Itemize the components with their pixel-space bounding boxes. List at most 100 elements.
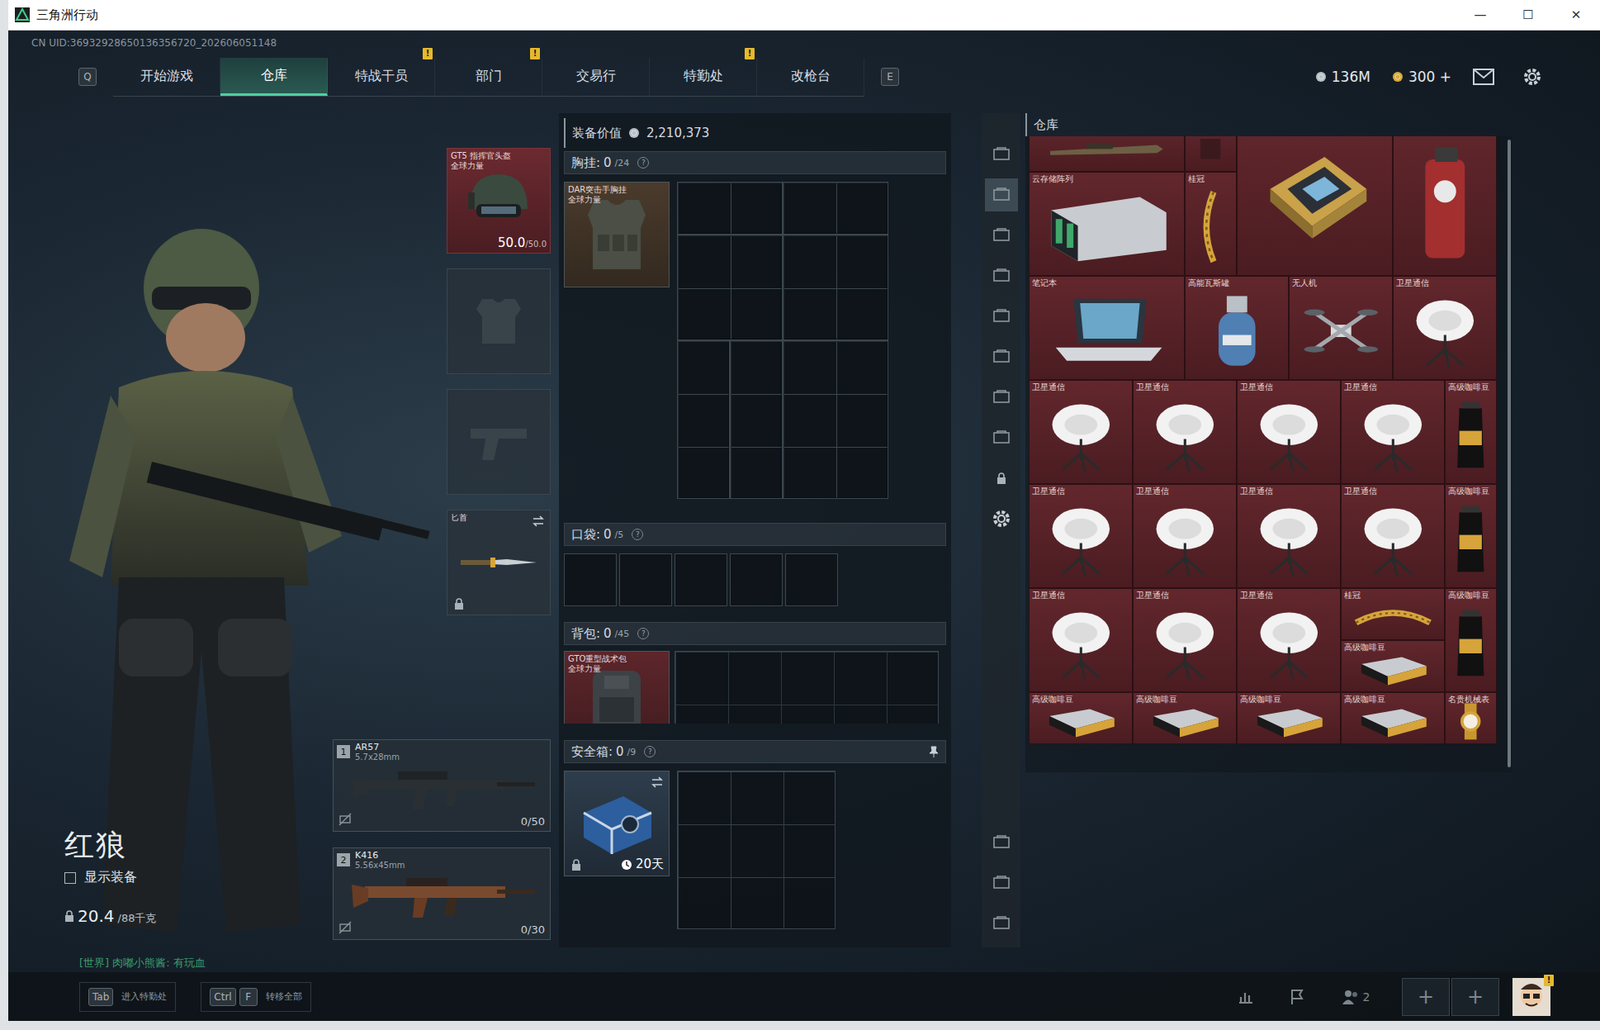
safebox[interactable]: 20天 (563, 770, 670, 876)
key-hint[interactable]: Tab进入特勤处 (79, 981, 176, 1012)
warehouse-item[interactable]: 桂冠 (1184, 171, 1237, 276)
armor-slot[interactable] (446, 268, 551, 374)
help-button[interactable]: ? (637, 627, 649, 640)
help-button[interactable]: ? (631, 528, 644, 540)
storage-tab[interactable] (984, 178, 1018, 212)
warehouse-item[interactable]: 名贵机械表 (1444, 691, 1497, 744)
pocket-cell[interactable] (674, 553, 728, 606)
q-key[interactable]: Q (78, 67, 97, 86)
nav-tab[interactable]: 开始游戏 (113, 57, 221, 96)
help-button[interactable]: ? (643, 745, 656, 758)
minimize-button[interactable]: — (1456, 7, 1505, 23)
warehouse-item[interactable]: 卫星通信 (1236, 379, 1341, 484)
warehouse-item[interactable]: 卫星通信 (1028, 483, 1133, 588)
player-avatar[interactable]: ! (1512, 977, 1551, 1016)
warehouse-item[interactable]: 无人机 (1288, 275, 1393, 380)
show-equipment-toggle[interactable]: 显示装备 (64, 868, 157, 886)
warehouse-item[interactable]: 笔记本 (1028, 275, 1185, 380)
tool-button[interactable] (984, 825, 1018, 859)
tool-button[interactable] (984, 866, 1018, 900)
warehouse-item[interactable]: 高级咖啡豆 (1028, 691, 1133, 744)
invite-slot[interactable]: + (1451, 977, 1500, 1016)
safebox-grid[interactable] (676, 770, 836, 929)
helmet-slot[interactable]: GT5 指挥官头盔全球力量50.0/50.0 (446, 147, 551, 254)
currency[interactable]: 300 + (1391, 68, 1452, 86)
friends-button[interactable]: 2 (1335, 984, 1376, 1009)
stats-button[interactable] (1233, 984, 1259, 1009)
warehouse-item[interactable]: 高级咖啡豆 (1444, 587, 1497, 692)
warehouse-item[interactable]: 卫星通信 (1392, 275, 1497, 380)
nav-tab[interactable]: 仓库 (220, 57, 328, 96)
help-button[interactable]: ? (637, 156, 649, 169)
tool-button[interactable] (984, 906, 1018, 940)
nav-tab[interactable]: 交易行 (542, 57, 650, 96)
nav-tab[interactable]: 特勤处! (649, 57, 758, 96)
warehouse-item[interactable]: 卫星通信 (1132, 379, 1237, 484)
warehouse-item[interactable]: 高级咖啡豆 (1444, 379, 1497, 484)
settings-button[interactable] (984, 501, 1018, 535)
chest-cell[interactable] (782, 234, 889, 341)
warehouse-item[interactable]: 高级咖啡豆 (1340, 639, 1445, 692)
warehouse-item[interactable]: 卫星通信 (1132, 483, 1237, 588)
nav-tab[interactable]: 部门! (435, 57, 543, 96)
gear-icon[interactable] (1522, 66, 1543, 87)
warehouse-item[interactable]: 卫星通信 (1236, 587, 1341, 692)
melee-slot[interactable]: 匕首 (446, 509, 551, 616)
backpack[interactable]: GTO重型战术包全球力量 (563, 650, 670, 724)
lock-button[interactable] (984, 461, 1018, 495)
pocket-cell[interactable] (729, 553, 783, 606)
storage-tab[interactable] (984, 340, 1018, 374)
chest-cell[interactable] (676, 340, 730, 499)
warehouse-item[interactable]: 卫星通信 (1340, 483, 1445, 588)
mail-icon[interactable] (1472, 68, 1495, 86)
warehouse-item[interactable] (1028, 136, 1185, 172)
scrollbar[interactable] (1507, 139, 1511, 767)
nav-tab[interactable]: 改枪台 (757, 57, 865, 96)
chest-cell[interactable] (782, 181, 889, 235)
main-area: GT5 指挥官头盔全球力量50.0/50.0 匕首 1AR575.7x28mm0/5… (8, 113, 1600, 947)
storage-tab[interactable] (984, 218, 1018, 252)
pocket-cell[interactable] (563, 553, 617, 606)
warehouse-item[interactable]: 卫星通信 (1028, 587, 1133, 692)
pistol-slot[interactable] (446, 388, 551, 495)
maximize-button[interactable]: ☐ (1504, 7, 1553, 23)
warehouse-item[interactable]: 卫星通信 (1132, 587, 1237, 692)
warehouse-item[interactable]: 卫星通信 (1236, 483, 1341, 588)
warehouse-item[interactable] (1392, 136, 1497, 276)
storage-tab[interactable] (984, 259, 1018, 293)
warehouse-item[interactable]: 高能瓦斯罐 (1184, 275, 1289, 380)
weapon-card[interactable]: 1AR575.7x28mm0/50 (332, 738, 551, 832)
storage-tab[interactable] (984, 299, 1018, 333)
warehouse-item[interactable]: 高级咖啡豆 (1444, 483, 1497, 588)
invite-slot[interactable]: + (1401, 977, 1450, 1016)
weapon-card[interactable]: 2K4165.56x45mm0/30 (332, 847, 551, 940)
warehouse-item[interactable]: 桂冠 (1340, 587, 1445, 640)
pocket-cell[interactable] (785, 553, 838, 606)
close-button[interactable]: ✕ (1552, 7, 1600, 23)
storage-tab[interactable] (984, 137, 1018, 171)
warehouse-item[interactable]: 卫星通信 (1340, 379, 1445, 484)
storage-tab[interactable] (984, 380, 1018, 414)
warehouse-item[interactable] (1184, 136, 1237, 172)
warehouse-item[interactable] (1236, 136, 1393, 276)
chest-cell[interactable] (676, 234, 783, 341)
warehouse-item[interactable]: 高级咖啡豆 (1132, 691, 1237, 744)
warehouse-item[interactable]: 高级咖啡豆 (1340, 691, 1445, 744)
chest-cell[interactable] (782, 340, 889, 499)
e-key[interactable]: E (880, 67, 900, 86)
currency[interactable]: 136M (1315, 68, 1371, 86)
chest-cell[interactable] (729, 340, 783, 499)
storage-tab[interactable] (984, 421, 1018, 455)
warehouse-item[interactable]: 卫星通信 (1028, 379, 1133, 484)
warehouse-item[interactable]: 云存储阵列 (1028, 171, 1185, 276)
key-hint[interactable]: CtrlF转移全部 (200, 981, 311, 1012)
checkbox[interactable] (64, 871, 76, 884)
nav-tab[interactable]: 特战干员! (327, 57, 436, 96)
pocket-cell[interactable] (619, 553, 673, 606)
extinguisher-icon (1393, 136, 1496, 275)
chest-cell[interactable] (676, 181, 783, 235)
flag-button[interactable] (1284, 984, 1310, 1009)
chest-rig[interactable]: DAR突击手胸挂全球力量 (563, 181, 670, 288)
backpack-grid[interactable] (674, 650, 939, 724)
warehouse-item[interactable]: 高级咖啡豆 (1236, 691, 1341, 744)
